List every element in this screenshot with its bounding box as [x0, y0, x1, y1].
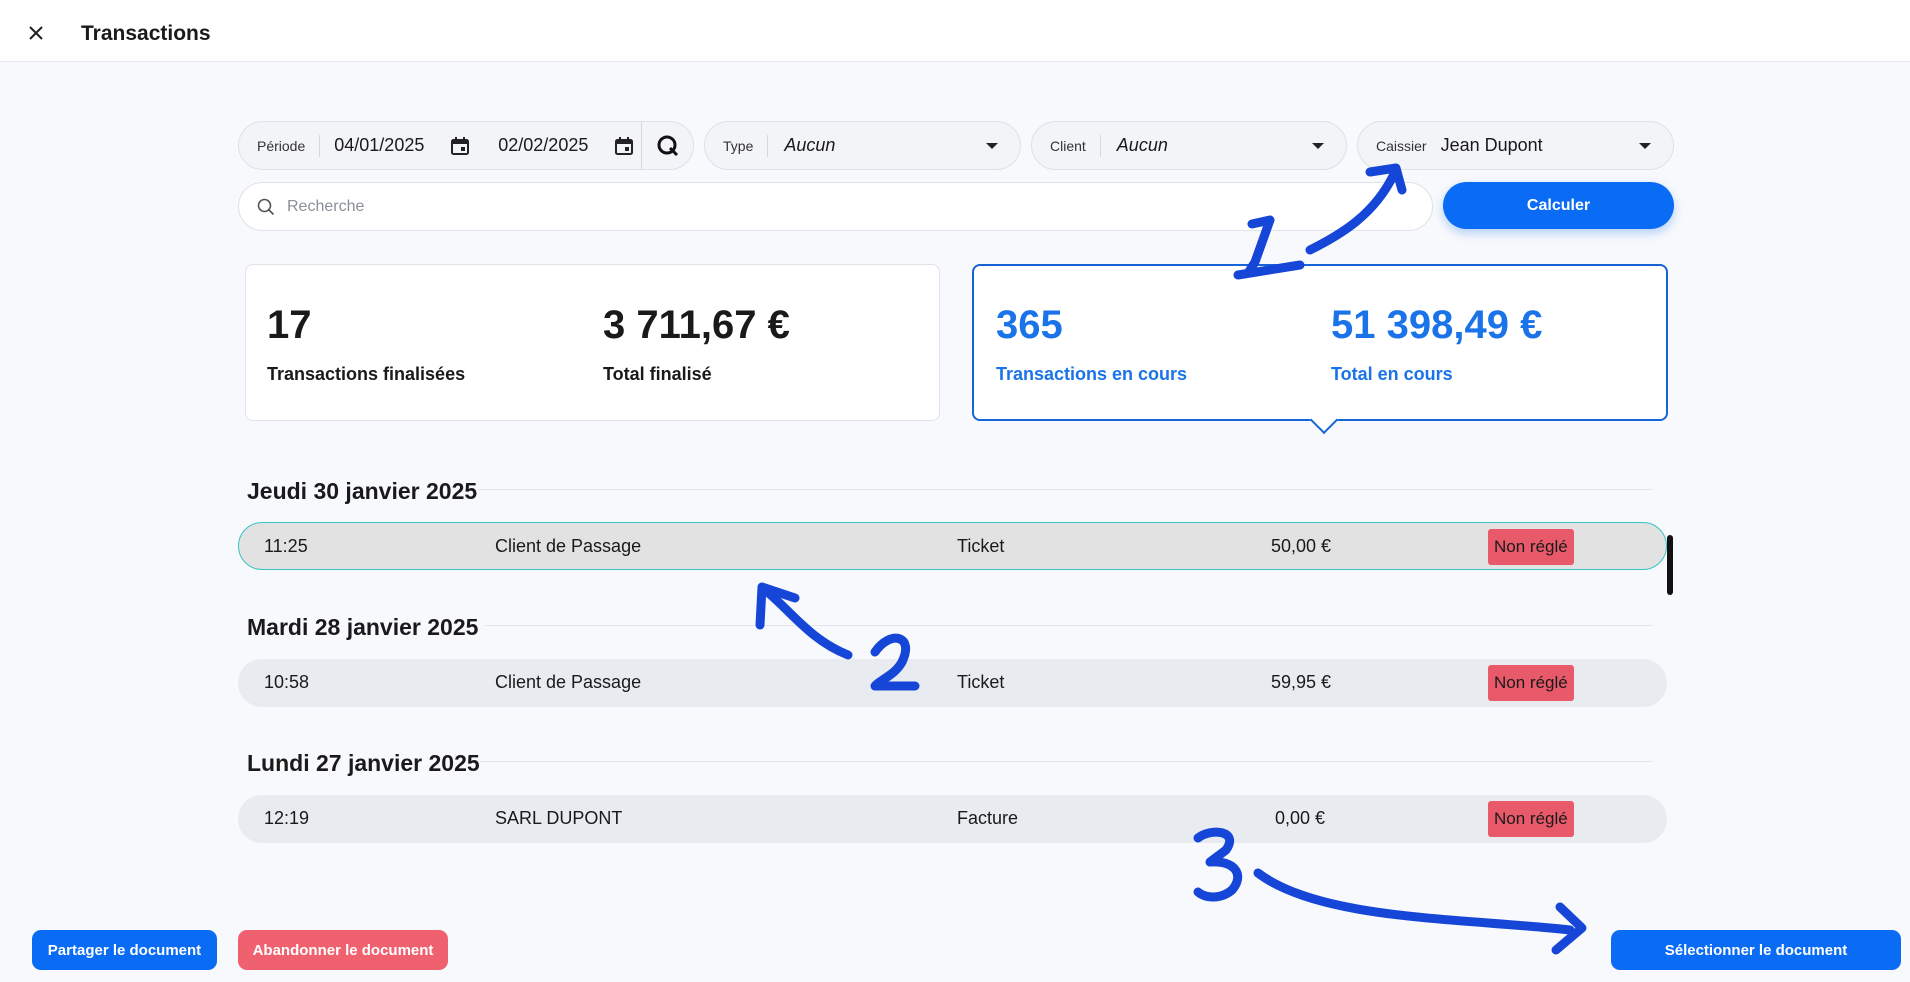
calculate-button[interactable]: Calculer	[1443, 182, 1674, 229]
divider	[480, 761, 1653, 762]
transaction-row[interactable]: 12:19 SARL DUPONT Facture 0,00 € Non rég…	[238, 795, 1667, 843]
transaction-client: Client de Passage	[495, 536, 642, 556]
chevron-down-icon	[1312, 143, 1324, 149]
transaction-client: Client de Passage	[495, 672, 642, 692]
calendar-icon[interactable]	[614, 136, 634, 156]
search-input[interactable]	[287, 197, 1387, 216]
period-end-date[interactable]: 02/02/2025	[484, 135, 614, 156]
annotation-3	[1193, 827, 1587, 955]
status-badge: Non réglé	[1488, 801, 1574, 837]
cashier-value: Jean Dupont	[1440, 135, 1543, 155]
type-value: Aucun	[784, 135, 836, 155]
search-bar[interactable]	[238, 182, 1433, 231]
divider	[485, 625, 1653, 626]
date-group-header: Jeudi 30 janvier 2025	[247, 478, 478, 504]
top-bar: Transactions	[0, 0, 1910, 62]
pending-count-stat: 365 Transactions en cours	[996, 303, 1187, 385]
page-title: Transactions	[81, 22, 211, 45]
finalized-total: 3 711,67 €	[603, 303, 790, 347]
scrollbar-thumb[interactable]	[1667, 535, 1673, 595]
date-group-header: Lundi 27 janvier 2025	[247, 750, 480, 776]
quick-period-button[interactable]	[641, 122, 693, 169]
type-filter[interactable]: Type Aucun	[704, 121, 1021, 170]
pending-total-stat: 51 398,49 € Total en cours	[1331, 303, 1542, 385]
date-group-header: Mardi 28 janvier 2025	[247, 614, 479, 640]
period-filter[interactable]: Période 04/01/2025 02/02/2025	[238, 121, 694, 170]
finalized-total-stat: 3 711,67 € Total finalisé	[603, 303, 790, 385]
pending-total: 51 398,49 €	[1331, 303, 1543, 347]
type-label: Type	[705, 134, 769, 157]
cashier-label: Caissier	[1376, 137, 1427, 154]
share-document-button[interactable]: Partager le document	[32, 930, 217, 970]
client-value: Aucun	[1116, 135, 1168, 155]
finalized-count-stat: 17 Transactions finalisées	[267, 303, 465, 385]
chevron-down-icon	[986, 143, 998, 149]
search-icon	[257, 198, 275, 215]
status-badge: Non réglé	[1488, 665, 1574, 701]
abandon-document-button[interactable]: Abandonner le document	[238, 930, 448, 970]
transaction-row[interactable]: 11:25 Client de Passage Ticket 50,00 € N…	[238, 522, 1667, 570]
close-icon[interactable]	[24, 21, 48, 45]
transaction-time: 12:19	[264, 808, 310, 828]
transaction-time: 10:58	[264, 672, 310, 692]
transaction-type: Ticket	[957, 536, 1005, 556]
transaction-type: Ticket	[957, 672, 1005, 692]
chevron-down-icon	[1639, 143, 1651, 149]
transaction-client: SARL DUPONT	[495, 808, 623, 828]
pending-total-label: Total en cours	[1331, 364, 1453, 384]
pending-count-label: Transactions en cours	[996, 364, 1188, 384]
period-label: Période	[239, 134, 321, 157]
transaction-amount: 50,00 €	[1271, 536, 1332, 556]
status-badge: Non réglé	[1488, 529, 1574, 565]
transaction-row[interactable]: 10:58 Client de Passage Ticket 59,95 € N…	[238, 659, 1667, 707]
select-document-button[interactable]: Sélectionner le document	[1611, 930, 1901, 970]
client-label: Client	[1032, 134, 1101, 157]
finalized-count-label: Transactions finalisées	[267, 364, 466, 384]
pending-count: 365	[996, 303, 1063, 347]
period-start-date[interactable]: 04/01/2025	[320, 135, 450, 156]
quick-select-icon	[657, 135, 678, 156]
transaction-time: 11:25	[264, 536, 308, 556]
finalized-total-label: Total finalisé	[603, 364, 712, 384]
calendar-icon[interactable]	[450, 136, 470, 156]
finalized-count: 17	[267, 303, 312, 347]
pending-stats-card[interactable]: 365 Transactions en cours 51 398,49 € To…	[972, 264, 1668, 421]
cashier-filter[interactable]: Caissier Jean Dupont	[1357, 121, 1674, 170]
finalized-stats-card: 17 Transactions finalisées 3 711,67 € To…	[245, 264, 940, 421]
divider	[478, 489, 1653, 490]
client-filter[interactable]: Client Aucun	[1031, 121, 1347, 170]
transaction-type: Facture	[957, 808, 1019, 828]
transaction-amount: 59,95 €	[1271, 672, 1332, 692]
transaction-amount: 0,00 €	[1275, 808, 1326, 828]
